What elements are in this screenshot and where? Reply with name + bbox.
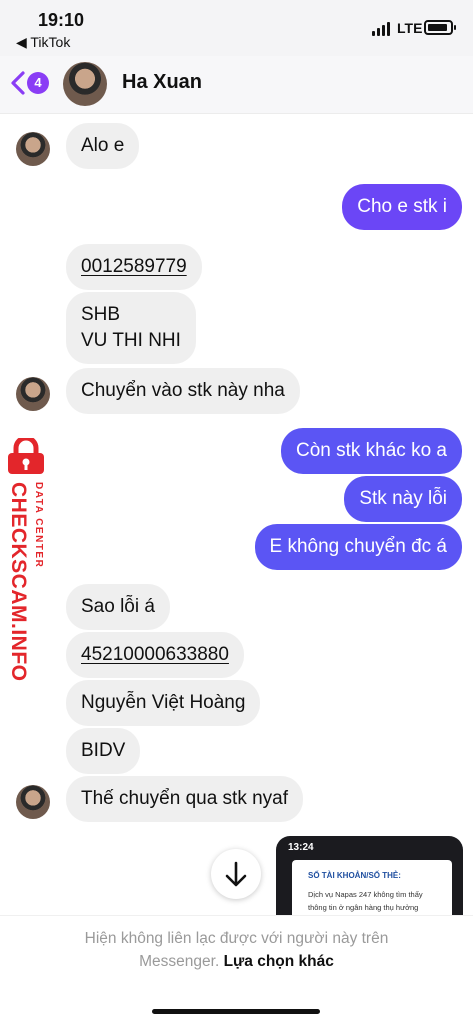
- unavailable-text-line2-start: Messenger.: [139, 953, 220, 970]
- message-incoming-account-number[interactable]: 0012589779: [66, 244, 202, 290]
- message-incoming[interactable]: Alo e: [66, 123, 140, 169]
- message-incoming[interactable]: Chuyển vào stk này nha: [66, 368, 300, 414]
- unavailable-text-line1: Hiện không liên lạc được với người này t…: [84, 930, 389, 947]
- attachment-time: 13:24: [288, 842, 314, 853]
- unavailable-footer: Hiện không liên lạc được với người này t…: [0, 915, 473, 1024]
- watermark: CHECKSCAM.INFO DATA CENTER: [2, 438, 50, 682]
- contact-avatar[interactable]: [63, 62, 107, 106]
- message-outgoing[interactable]: Stk này lỗi: [344, 476, 462, 522]
- attachment-card: SỐ TÀI KHOẢN/SỐ THẺ: Dịch vụ Napas 247 k…: [292, 860, 452, 916]
- attachment-body: Dịch vụ Napas 247 không tìm thấy thông t…: [308, 890, 423, 912]
- lock-icon: [8, 438, 44, 474]
- watermark-sub-text: DATA CENTER: [33, 482, 44, 569]
- message-incoming[interactable]: BIDV: [66, 728, 141, 774]
- message-outgoing[interactable]: E không chuyển đc á: [254, 524, 462, 570]
- message-incoming-account-number[interactable]: 45210000633880: [66, 632, 244, 678]
- account-holder: VU THI NHI: [81, 330, 181, 351]
- battery-icon: [424, 20, 456, 35]
- scroll-to-bottom-button[interactable]: [211, 849, 261, 899]
- status-bar: 19:10 ◀ TikTok LTE: [0, 0, 473, 56]
- unavailable-text-line2: Messenger. Lựa chọn khác: [0, 953, 473, 971]
- network-label: LTE: [397, 20, 423, 36]
- status-time: 19:10: [38, 10, 85, 30]
- contact-name[interactable]: Ha Xuan: [122, 71, 202, 94]
- message-outgoing[interactable]: Còn stk khác ko a: [280, 428, 462, 474]
- home-indicator[interactable]: [152, 1009, 320, 1014]
- back-to-app-link[interactable]: ◀ TikTok: [16, 34, 70, 51]
- watermark-main-text: CHECKSCAM.INFO: [7, 482, 30, 682]
- image-attachment[interactable]: 13:24 SỐ TÀI KHOẢN/SỐ THẺ: Dịch vụ Napas…: [276, 836, 463, 916]
- unread-badge[interactable]: 4: [27, 72, 49, 94]
- attachment-title: SỐ TÀI KHOẢN/SỐ THẺ:: [308, 871, 401, 880]
- message-incoming[interactable]: Sao lỗi á: [66, 584, 170, 630]
- message-incoming[interactable]: Nguyễn Việt Hoàng: [66, 680, 261, 726]
- sender-avatar[interactable]: [16, 785, 50, 819]
- message-incoming-bank-info[interactable]: SHB VU THI NHI: [66, 292, 196, 364]
- other-options-link[interactable]: Lựa chọn khác: [224, 953, 334, 970]
- signal-icon: [372, 22, 392, 36]
- message-outgoing[interactable]: Cho e stk i: [342, 184, 462, 230]
- conversation-header: 4 Ha Xuan: [0, 56, 473, 114]
- bank-name: SHB: [81, 304, 121, 325]
- sender-avatar[interactable]: [16, 132, 50, 166]
- arrow-down-icon: [225, 861, 247, 887]
- message-incoming[interactable]: Thế chuyển qua stk nyaf: [66, 776, 304, 822]
- sender-avatar[interactable]: [16, 377, 50, 411]
